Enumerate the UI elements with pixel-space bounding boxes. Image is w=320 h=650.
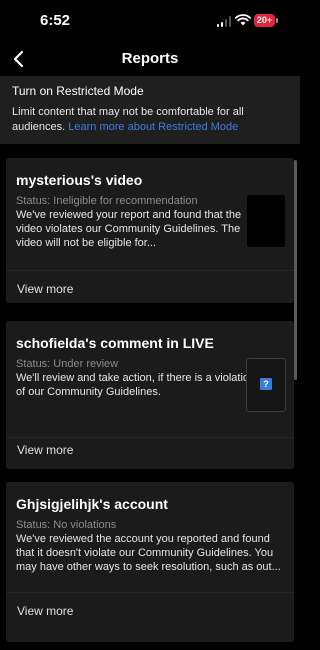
- view-more-link[interactable]: View more: [17, 443, 73, 457]
- report-card[interactable]: schofielda's comment in LIVE Status: Und…: [6, 321, 294, 469]
- report-title: mysterious's video: [16, 172, 143, 188]
- video-thumbnail[interactable]: [247, 195, 285, 247]
- battery-indicator: 20+: [254, 14, 275, 27]
- banner-title: Turn on Restricted Mode: [12, 84, 144, 98]
- report-status: Status: Under review: [16, 358, 119, 370]
- report-body: We've reviewed your report and found tha…: [16, 209, 242, 249]
- unknown-image-icon: ?: [260, 378, 272, 390]
- scrollbar[interactable]: [294, 160, 297, 380]
- report-card[interactable]: Ghjsigjelihjk's account Status: No viola…: [6, 482, 294, 642]
- banner-text: Limit content that may not be comfortabl…: [12, 105, 288, 135]
- divider: [6, 592, 294, 593]
- reports-list: mysterious's video Status: Ineligible fo…: [0, 148, 300, 650]
- page-title: Reports: [121, 50, 179, 67]
- divider: [6, 437, 294, 438]
- divider: [6, 270, 294, 271]
- status-bar: 6:52 20+: [0, 0, 300, 42]
- restricted-mode-banner[interactable]: Turn on Restricted Mode Limit content th…: [0, 76, 300, 144]
- report-status: Status: Ineligible for recommendation: [16, 195, 198, 207]
- nav-bar: Reports: [0, 42, 300, 76]
- report-status: Status: No violations: [16, 519, 117, 531]
- report-card[interactable]: mysterious's video Status: Ineligible fo…: [6, 158, 294, 303]
- status-time: 6:52: [40, 12, 71, 29]
- report-body: We'll review and take action, if there i…: [16, 372, 256, 398]
- view-more-link[interactable]: View more: [17, 604, 73, 618]
- report-body: We've reviewed the account you reported …: [16, 533, 281, 573]
- learn-more-link[interactable]: Learn more about Restricted Mode: [68, 121, 238, 133]
- report-title: Ghjsigjelihjk's account: [16, 496, 168, 512]
- comment-thumbnail[interactable]: ?: [246, 358, 286, 412]
- wifi-icon: [235, 14, 251, 26]
- cellular-signal-icon: [217, 16, 231, 27]
- view-more-link[interactable]: View more: [17, 282, 73, 296]
- report-title: schofielda's comment in LIVE: [16, 335, 214, 351]
- battery-cap: [276, 18, 278, 23]
